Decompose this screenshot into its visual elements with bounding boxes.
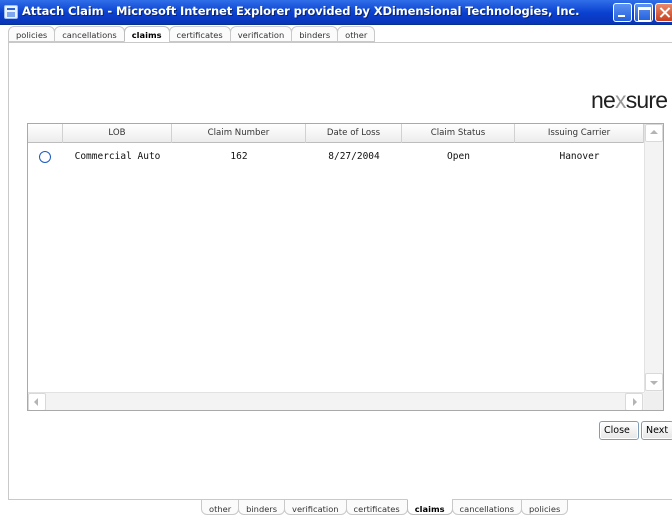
scrollbar-corner — [644, 392, 663, 410]
window-title: Attach Claim - Microsoft Internet Explor… — [22, 4, 580, 18]
horizontal-scrollbar[interactable] — [28, 392, 644, 410]
tab-binders[interactable]: binders — [291, 26, 339, 42]
chevron-left-icon — [34, 398, 38, 406]
grid-header: LOB Claim Number Date of Loss Claim Stat… — [28, 124, 663, 143]
nexsure-logo: nexsure — [591, 87, 668, 113]
scroll-left-button[interactable] — [28, 393, 46, 410]
scroll-up-button[interactable] — [645, 124, 663, 142]
cell-claim-number: 162 — [230, 151, 248, 162]
cell-issuing-carrier: Hanover — [559, 151, 600, 162]
row-select-radio[interactable] — [39, 151, 51, 163]
column-header-claim-number[interactable]: Claim Number — [172, 124, 306, 143]
column-header-issuing-carrier[interactable]: Issuing Carrier — [515, 124, 644, 143]
scroll-down-button[interactable] — [645, 373, 663, 391]
cell-claim-status: Open — [447, 151, 470, 162]
tab-verification-bottom[interactable]: verification — [284, 499, 347, 515]
top-tab-bar: policies cancellations claims certificat… — [8, 26, 376, 43]
claims-grid: LOB Claim Number Date of Loss Claim Stat… — [27, 123, 664, 411]
title-bar: Attach Claim - Microsoft Internet Explor… — [0, 0, 672, 25]
column-header-lob[interactable]: LOB — [63, 124, 172, 143]
ie-window-icon — [4, 5, 18, 19]
chevron-right-icon — [633, 398, 637, 406]
chevron-up-icon — [650, 130, 658, 134]
bottom-tab-bar: other binders verification certificates … — [201, 499, 569, 516]
tab-verification[interactable]: verification — [229, 26, 293, 42]
tab-certificates[interactable]: certificates — [168, 26, 231, 42]
column-header-date-of-loss[interactable]: Date of Loss — [306, 124, 402, 143]
tab-claims[interactable]: claims — [123, 26, 170, 42]
close-button[interactable]: Close — [599, 421, 639, 440]
cell-lob: Commercial Auto — [74, 151, 161, 162]
vertical-scrollbar[interactable] — [644, 124, 663, 392]
chevron-down-icon — [650, 381, 658, 385]
column-header-claim-status[interactable]: Claim Status — [402, 124, 515, 143]
tab-other-bottom[interactable]: other — [201, 499, 240, 515]
next-button[interactable]: Next — [641, 421, 672, 440]
tab-other[interactable]: other — [337, 26, 376, 42]
tab-cancellations-bottom[interactable]: cancellations — [451, 499, 523, 515]
tab-policies[interactable]: policies — [8, 26, 56, 42]
tab-binders-bottom[interactable]: binders — [238, 499, 286, 515]
tab-certificates-bottom[interactable]: certificates — [345, 499, 408, 515]
close-icon[interactable] — [655, 3, 672, 22]
maximize-icon[interactable] — [634, 3, 653, 22]
cell-date-of-loss: 8/27/2004 — [328, 151, 380, 162]
tab-policies-bottom[interactable]: policies — [521, 499, 569, 515]
scroll-right-button[interactable] — [625, 393, 643, 410]
tab-claims-bottom[interactable]: claims — [406, 499, 453, 515]
tab-cancellations[interactable]: cancellations — [54, 26, 125, 42]
column-header-select — [28, 124, 63, 143]
minimize-icon[interactable] — [613, 3, 632, 22]
